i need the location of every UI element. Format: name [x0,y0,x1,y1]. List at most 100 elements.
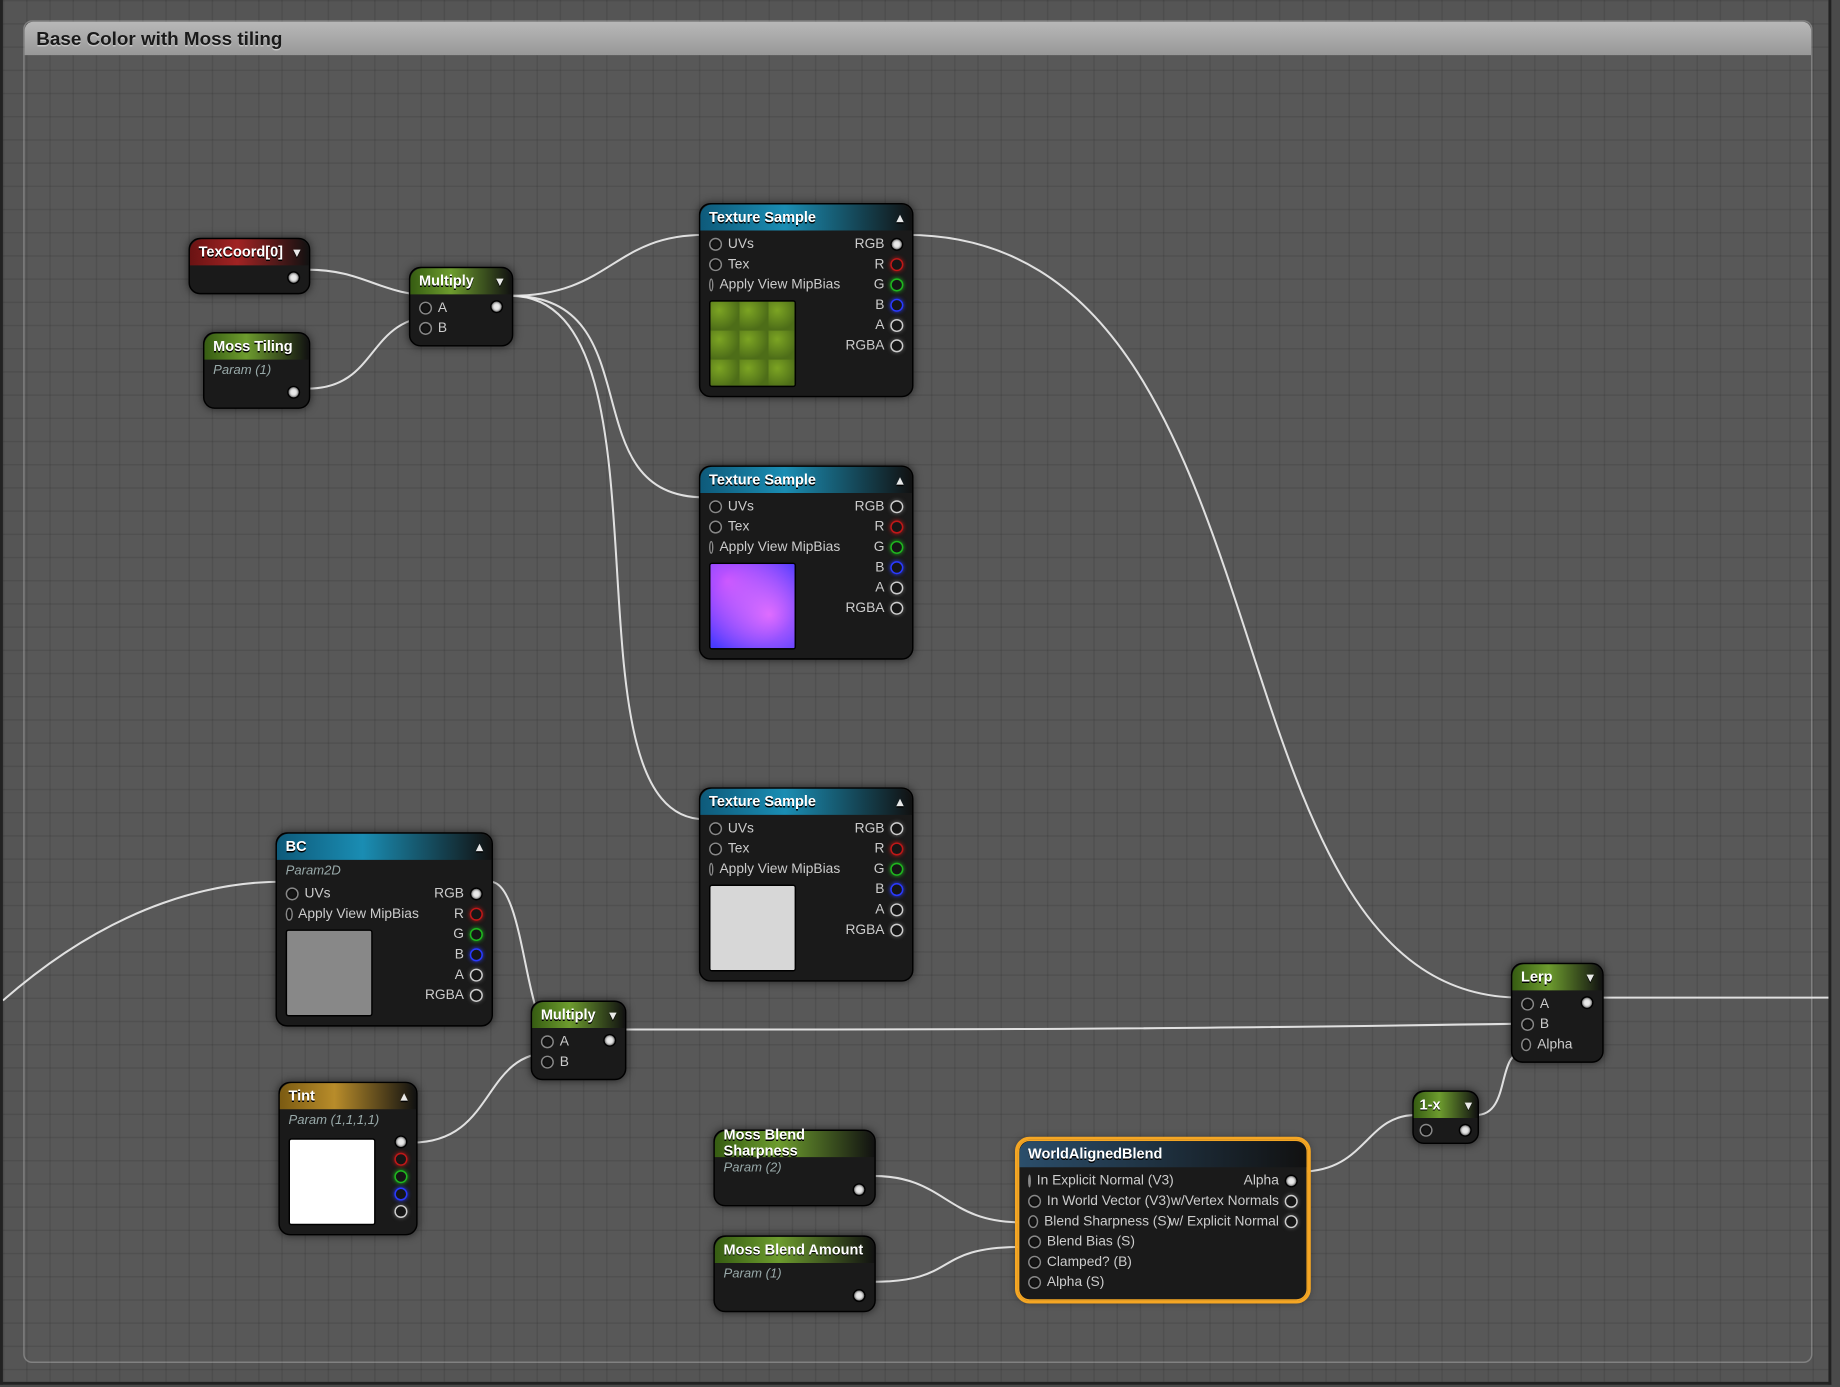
input-mipbias[interactable]: Apply View MipBias [709,539,840,555]
node-one-minus[interactable]: 1-x ▾ [1412,1090,1479,1144]
output-rgb[interactable]: RGB [855,499,904,515]
node-header[interactable]: Moss Blend Sharpness [715,1131,875,1157]
output-a[interactable]: A [455,967,483,983]
input-pin-b[interactable]: B [419,320,447,336]
input-bias[interactable]: Blend Bias (S) [1028,1234,1171,1250]
output-r[interactable]: R [875,519,904,535]
node-bc[interactable]: BC ▴ Param2D UVs Apply View MipBias RGB … [276,832,494,1026]
node-header[interactable]: BC ▴ [277,834,492,860]
input-uvs[interactable]: UVs [709,236,840,252]
output-rgba[interactable]: RGBA [845,922,903,938]
node-header[interactable]: Texture Sample ▴ [700,789,912,815]
input-a[interactable]: A [1521,996,1572,1012]
chevron-up-icon[interactable]: ▴ [897,472,904,488]
output-a[interactable]: A [875,580,903,596]
node-texture-sample-1[interactable]: Texture Sample ▴ UVs Tex Apply View MipB… [699,203,914,397]
chevron-up-icon[interactable]: ▴ [897,794,904,810]
node-moss-tiling[interactable]: Moss Tiling Param (1) [203,332,310,409]
input-world-vector[interactable]: In World Vector (V3) [1028,1193,1171,1209]
output-pin[interactable] [853,1289,866,1302]
node-moss-amount[interactable]: Moss Blend Amount Param (1) [713,1235,875,1312]
input-uvs[interactable]: UVs [286,886,419,902]
output-explicit-normal[interactable]: w/ Explicit Normal [1169,1214,1297,1230]
output-pin[interactable] [394,1135,407,1148]
input-pin-b[interactable]: B [541,1054,569,1070]
node-world-aligned-blend[interactable]: WorldAlignedBlend In Explicit Normal (V3… [1018,1140,1308,1301]
node-header[interactable]: Texture Sample ▴ [700,204,912,230]
chevron-up-icon[interactable]: ▴ [476,839,483,855]
output-r[interactable]: R [875,841,904,857]
input-uvs[interactable]: UVs [709,499,840,515]
output-r[interactable]: R [875,257,904,273]
comment-title[interactable]: Base Color with Moss tiling [25,22,1811,55]
input-pin-a[interactable]: A [541,1034,569,1050]
input-tex[interactable]: Tex [709,257,840,273]
output-rgb[interactable]: RGB [855,821,904,837]
output-rgba[interactable]: RGBA [425,987,483,1003]
node-header[interactable]: Texture Sample ▴ [700,467,912,493]
output-b[interactable] [394,1188,407,1201]
input-pin[interactable] [1420,1124,1433,1137]
output-pin[interactable] [853,1183,866,1196]
node-header[interactable]: Multiply ▾ [532,1002,625,1028]
node-multiply-1[interactable]: Multiply ▾ A B [409,267,513,347]
chevron-up-icon[interactable]: ▴ [897,210,904,226]
output-g[interactable] [394,1170,407,1183]
chevron-up-icon[interactable]: ▴ [401,1088,408,1104]
node-header[interactable]: Lerp ▾ [1512,964,1602,990]
output-r[interactable]: R [454,906,483,922]
output-rgba[interactable]: RGBA [845,600,903,616]
node-moss-sharpness[interactable]: Moss Blend Sharpness Param (2) [713,1130,875,1207]
output-pin[interactable] [1581,996,1594,1009]
chevron-down-icon[interactable]: ▾ [497,273,504,289]
output-g[interactable]: G [874,539,904,555]
input-sharpness[interactable]: Blend Sharpness (S) [1028,1214,1171,1230]
node-lerp[interactable]: Lerp ▾ A B Alpha [1511,963,1604,1063]
output-a[interactable]: A [875,902,903,918]
node-texture-sample-3[interactable]: Texture Sample ▴ UVs Tex Apply View MipB… [699,787,914,981]
node-header[interactable]: Moss Blend Amount [715,1237,875,1263]
input-uvs[interactable]: UVs [709,821,840,837]
node-header[interactable]: Tint ▴ [280,1083,416,1109]
output-a[interactable] [394,1205,407,1218]
input-b[interactable]: B [1521,1016,1572,1032]
output-alpha[interactable]: Alpha [1244,1173,1298,1189]
input-alpha-s[interactable]: Alpha (S) [1028,1275,1171,1291]
input-clamped[interactable]: Clamped? (B) [1028,1254,1171,1270]
output-pin[interactable] [287,386,300,399]
input-explicit-normal[interactable]: In Explicit Normal (V3) [1028,1173,1171,1189]
input-mipbias[interactable]: Apply View MipBias [709,861,840,877]
input-mipbias[interactable]: Apply View MipBias [286,906,419,922]
output-b[interactable]: B [875,297,903,313]
node-header[interactable]: Moss Tiling [204,334,308,360]
output-g[interactable]: G [874,861,904,877]
input-alpha[interactable]: Alpha [1521,1037,1572,1053]
output-a[interactable]: A [875,318,903,334]
output-b[interactable]: B [875,560,903,576]
node-tint[interactable]: Tint ▴ Param (1,1,1,1) [278,1082,417,1236]
output-b[interactable]: B [455,947,483,963]
node-texcoord[interactable]: TexCoord[0] ▾ [189,238,311,295]
node-header[interactable]: Multiply ▾ [410,268,512,294]
chevron-down-icon[interactable]: ▾ [1587,969,1594,985]
output-rgb[interactable]: RGB [434,886,483,902]
chevron-down-icon[interactable]: ▾ [610,1007,617,1023]
node-header[interactable]: 1-x ▾ [1414,1092,1478,1118]
node-texture-sample-2[interactable]: Texture Sample ▴ UVs Tex Apply View MipB… [699,465,914,659]
output-pin[interactable] [490,300,503,313]
output-rgb[interactable]: RGB [855,236,904,252]
input-mipbias[interactable]: Apply View MipBias [709,277,840,293]
node-multiply-2[interactable]: Multiply ▾ A B [531,1001,627,1081]
output-pin[interactable] [1459,1124,1472,1137]
input-tex[interactable]: Tex [709,519,840,535]
output-pin[interactable] [287,271,300,284]
output-b[interactable]: B [875,882,903,898]
output-g[interactable]: G [874,277,904,293]
node-header[interactable]: TexCoord[0] ▾ [190,239,309,265]
chevron-down-icon[interactable]: ▾ [294,244,301,260]
chevron-down-icon[interactable]: ▾ [1465,1097,1472,1113]
input-tex[interactable]: Tex [709,841,840,857]
output-pin[interactable] [603,1034,616,1047]
material-graph-canvas[interactable]: Base Color with Moss tiling [0,0,1831,1385]
output-rgba[interactable]: RGBA [845,338,903,354]
